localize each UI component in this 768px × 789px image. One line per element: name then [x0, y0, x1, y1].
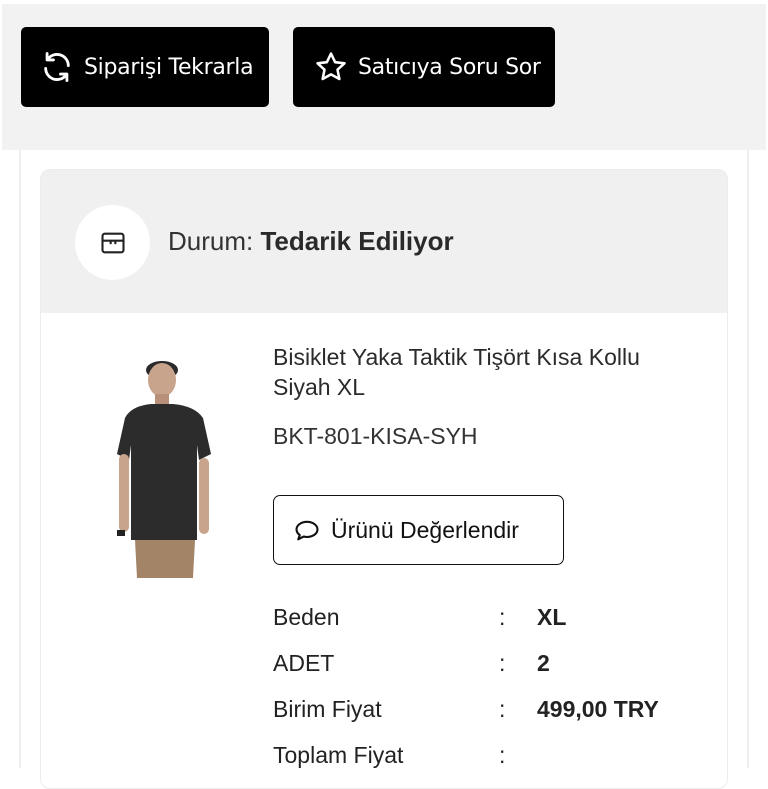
order-status: Durum: Tedarik Ediliyor — [168, 226, 454, 257]
star-icon — [316, 52, 346, 81]
status-icon-circle — [75, 205, 150, 280]
right-divider — [747, 150, 749, 768]
spec-separator: : — [499, 650, 506, 676]
spec-value: 2 — [537, 650, 550, 676]
spec-separator: : — [499, 604, 506, 630]
box-icon — [100, 232, 125, 253]
review-label: Ürünü Değerlendir — [331, 516, 519, 543]
chat-bubble-icon — [295, 520, 319, 541]
product-sku: BKT-801-KISA-SYH — [273, 423, 478, 449]
spec-label: Toplam Fiyat — [273, 742, 404, 768]
spec-separator: : — [499, 696, 506, 722]
status-value: Tedarik Ediliyor — [260, 226, 454, 256]
spec-value: 499,00 TRY — [537, 696, 659, 722]
reorder-button[interactable]: Siparişi Tekrarla — [21, 27, 269, 107]
product-title[interactable]: Bisiklet Yaka Taktik Tişört Kısa Kollu S… — [273, 342, 693, 402]
status-header: Durum: Tedarik Ediliyor — [41, 170, 727, 313]
refresh-icon — [44, 52, 70, 82]
status-label: Durum: — [168, 226, 254, 256]
spec-label: Birim Fiyat — [273, 696, 382, 722]
order-item-card: Durum: Tedarik Ediliyor Bisiklet Yaka Ta… — [40, 169, 728, 789]
product-image[interactable] — [111, 350, 231, 580]
ask-seller-label: Satıcıya Soru Sor — [358, 54, 541, 80]
spec-label: ADET — [273, 650, 335, 676]
top-divider — [2, 0, 766, 4]
ask-seller-button[interactable]: Satıcıya Soru Sor — [293, 27, 555, 107]
review-product-button[interactable]: Ürünü Değerlendir — [273, 495, 564, 565]
reorder-label: Siparişi Tekrarla — [84, 54, 254, 80]
spec-value: XL — [537, 604, 567, 630]
spec-separator: : — [499, 742, 506, 768]
left-divider — [19, 150, 21, 768]
spec-label: Beden — [273, 604, 340, 630]
